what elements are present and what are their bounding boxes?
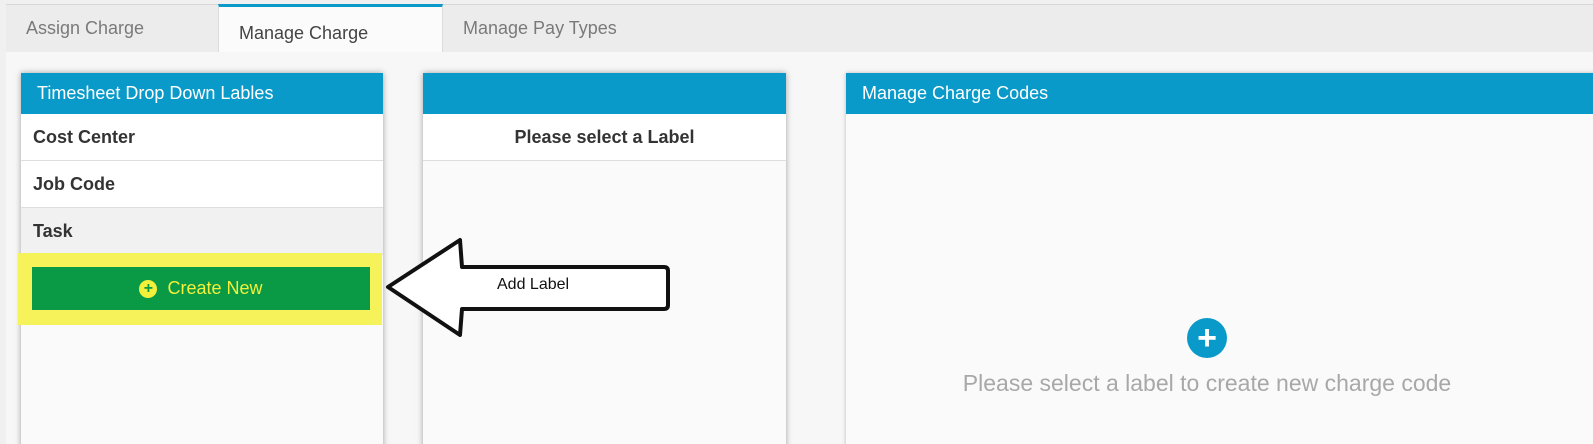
- plus-circle-icon: +: [139, 280, 158, 298]
- charge-codes-panel: Manage Charge Codes + Please select a la…: [846, 73, 1593, 444]
- tab-manage-charge-codes[interactable]: Manage Charge Codes: [218, 4, 443, 95]
- labels-panel-title: Timesheet Drop Down Lables: [21, 73, 383, 114]
- tab-bar: Assign Charge Codes Manage Charge Codes …: [6, 4, 1593, 95]
- values-panel-title: [423, 73, 786, 114]
- create-new-label: Create New: [167, 278, 263, 298]
- create-new-button[interactable]: + Create New: [32, 267, 370, 310]
- label-item-job-code[interactable]: Job Code: [21, 161, 383, 208]
- tab-assign-charge-codes[interactable]: Assign Charge Codes: [6, 5, 218, 85]
- labels-panel: Timesheet Drop Down Lables Cost Center J…: [18, 73, 383, 444]
- create-new-highlight: + Create New: [18, 253, 382, 325]
- select-label-prompt: Please select a Label: [423, 114, 786, 161]
- empty-state-text: Please select a label to create new char…: [962, 370, 1452, 396]
- charge-codes-panel-title: Manage Charge Codes: [846, 73, 1593, 114]
- annotation-text: Add Label: [497, 276, 570, 293]
- label-item-cost-center[interactable]: Cost Center: [21, 114, 383, 161]
- charge-codes-app: Assign Charge Codes Manage Charge Codes …: [0, 0, 1593, 444]
- label-item-task[interactable]: Task: [21, 208, 383, 255]
- empty-state: + Please select a label to create new ch…: [846, 318, 1568, 397]
- plus-circle-icon[interactable]: +: [1187, 318, 1227, 358]
- tab-manage-pay-types[interactable]: Manage Pay Types: [443, 5, 643, 52]
